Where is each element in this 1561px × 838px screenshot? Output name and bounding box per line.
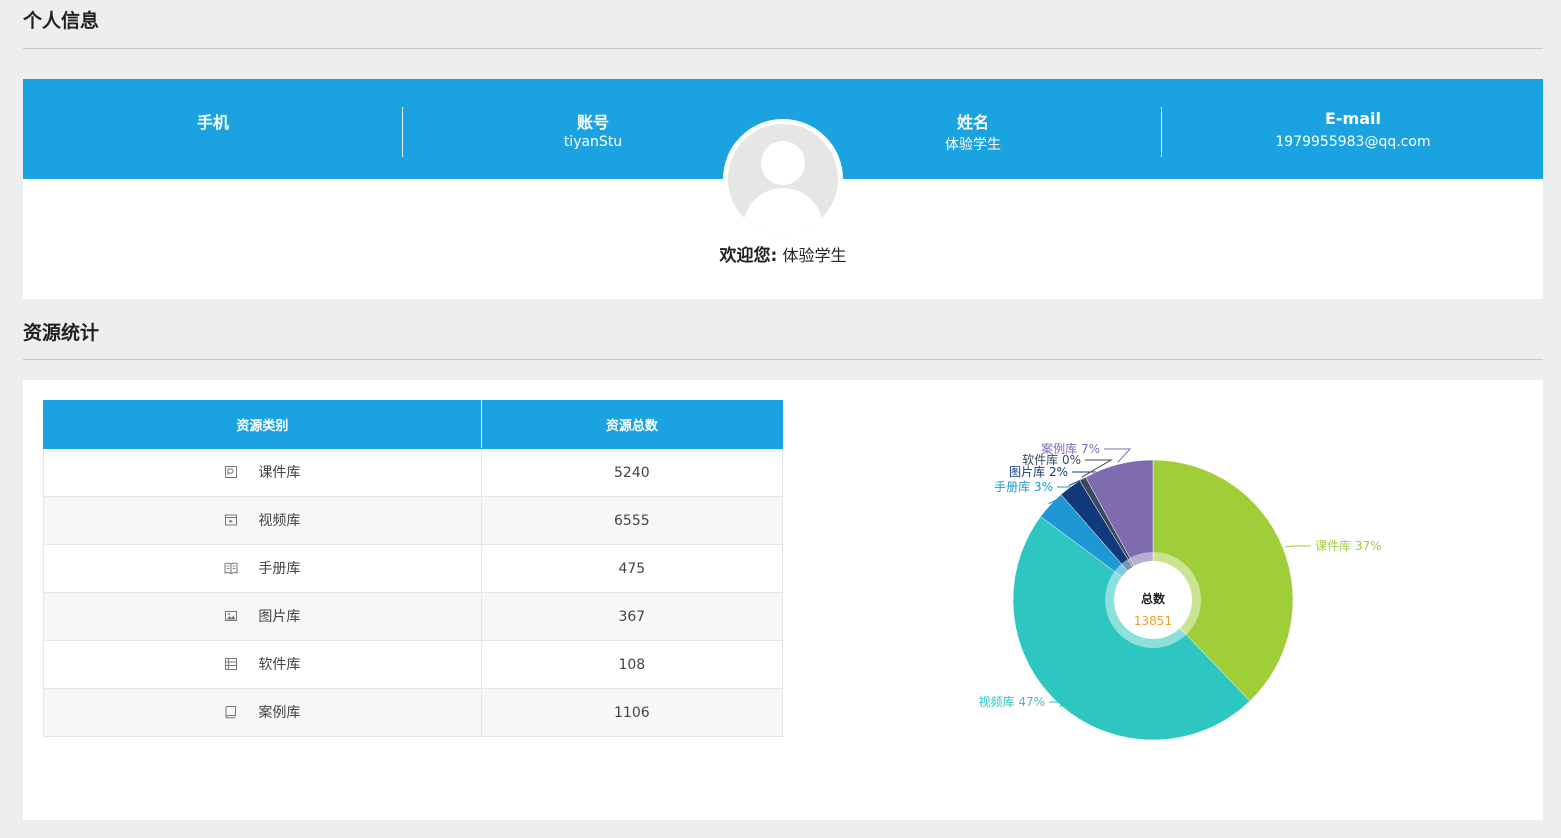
pie-center-value: 13851 — [1134, 614, 1172, 628]
welcome-name: 体验学生 — [782, 246, 847, 265]
avatar[interactable] — [723, 119, 843, 239]
pie-slice-label: 手册库 3% — [994, 479, 1053, 494]
email-column: E-mail 1979955983@qq.com — [1163, 79, 1543, 179]
avatar-body-shape — [743, 188, 823, 234]
stats-card: 资源类别 资源总数 课件库 5240 视频库 6555 手册库 475 图片库 … — [23, 380, 1543, 820]
phone-column: 手机 — [23, 79, 403, 179]
stats-section-title: 资源统计 — [23, 322, 100, 344]
pie-slice-label: 案例库 7% — [1041, 441, 1100, 456]
welcome-label: 欢迎您: — [719, 246, 778, 266]
profile-card: 手机 账号 tiyanStu 姓名 体验学生 E-mail 1979955983… — [23, 79, 1543, 299]
pie-slice-label: 视频库 47% — [979, 694, 1046, 709]
welcome-message: 欢迎您: 体验学生 — [23, 241, 1543, 266]
pie-center-label: 总数 — [1141, 591, 1166, 606]
profile-divider — [23, 48, 1543, 49]
email-value: 1979955983@qq.com — [1275, 134, 1431, 150]
column-separator — [1161, 107, 1162, 157]
name-value: 体验学生 — [945, 137, 1001, 153]
phone-label: 手机 — [196, 113, 229, 132]
account-value: tiyanStu — [563, 134, 623, 150]
stats-divider — [23, 359, 1543, 360]
pie-leader-line — [1284, 545, 1311, 548]
name-label: 姓名 — [956, 113, 989, 132]
resource-pie-chart: 课件库 37%视频库 47%手册库 3%图片库 2%软件库 0%案例库 7%总数… — [979, 441, 1382, 741]
avatar-head-shape — [761, 141, 805, 185]
email-label: E-mail — [1324, 109, 1381, 128]
profile-section-title: 个人信息 — [23, 10, 100, 32]
pie-slice-label: 课件库 37% — [1315, 538, 1382, 553]
default-user-icon — [728, 124, 838, 234]
account-label: 账号 — [576, 113, 609, 132]
